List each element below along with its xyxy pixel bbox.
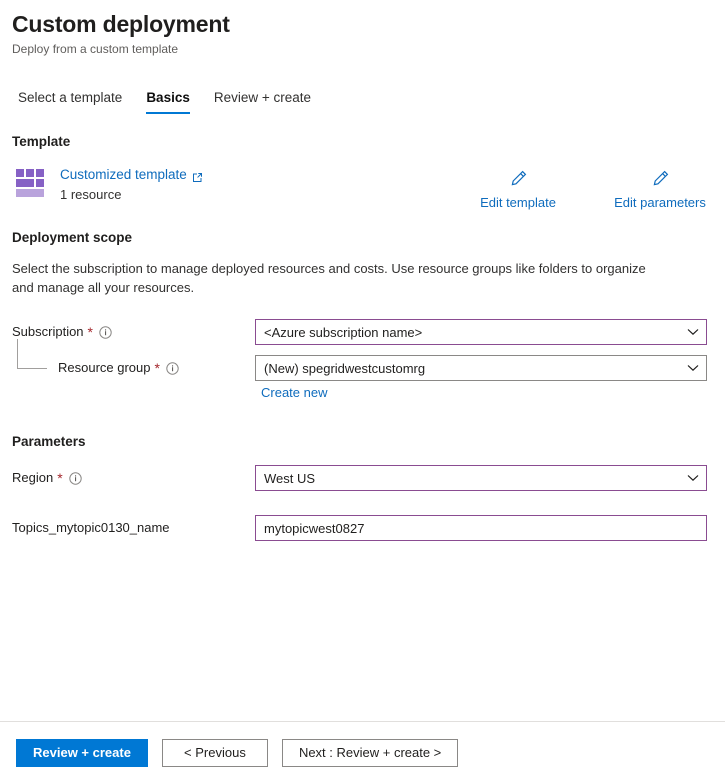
parameters-heading: Parameters — [12, 434, 86, 449]
page-title: Custom deployment — [12, 11, 230, 37]
chevron-down-icon — [687, 364, 699, 372]
subscription-label-group: Subscription * — [0, 319, 255, 345]
page-subtitle: Deploy from a custom template — [12, 42, 179, 56]
page-header: Custom deployment Deploy from a custom t… — [0, 0, 725, 57]
parameters-section: Parameters Region * West US Topics_mytop… — [0, 434, 725, 541]
topic-name-label-group: Topics_mytopic0130_name — [0, 515, 255, 541]
info-icon[interactable] — [166, 361, 179, 375]
edit-template-button[interactable]: Edit template — [470, 166, 566, 210]
region-dropdown[interactable]: West US — [255, 465, 707, 491]
tab-select-a-template[interactable]: Select a template — [12, 89, 134, 114]
subscription-row: Subscription * <Azure subscription name> — [0, 319, 725, 345]
topic-name-row: Topics_mytopic0130_name mytopicwest0827 — [0, 515, 725, 541]
parameters-form: Region * West US Topics_mytopic0130_name… — [0, 465, 725, 541]
region-control-wrap: West US — [255, 465, 725, 491]
subscription-value-tail: name> — [378, 324, 423, 340]
customized-template-link[interactable]: Customized template — [60, 166, 203, 184]
region-label: Region — [12, 470, 54, 485]
subscription-dropdown[interactable]: <Azure subscription name> — [255, 319, 707, 345]
wizard-footer: Review + create < Previous Next : Review… — [0, 721, 725, 783]
chevron-down-icon — [687, 474, 699, 482]
resource-group-label-group: Resource group * — [0, 355, 255, 381]
subscription-value-highlight: <Azure subscription — [264, 324, 379, 340]
pencil-icon — [507, 166, 529, 192]
pencil-icon — [649, 166, 671, 192]
template-blocks-icon — [16, 169, 48, 197]
deployment-scope-description: Select the subscription to manage deploy… — [12, 261, 646, 295]
info-icon[interactable] — [99, 325, 112, 339]
deployment-scope-form: Subscription * <Azure subscription name> — [0, 319, 725, 402]
edit-parameters-label: Edit parameters — [614, 195, 706, 210]
subscription-control-wrap: <Azure subscription name> — [255, 319, 725, 345]
tab-basics[interactable]: Basics — [134, 89, 202, 114]
template-heading: Template — [12, 134, 71, 149]
deployment-scope-heading: Deployment scope — [12, 230, 133, 245]
edit-parameters-button[interactable]: Edit parameters — [612, 166, 708, 210]
required-asterisk: * — [57, 470, 63, 486]
wizard-tabs: Select a template Basics Review + create — [0, 84, 725, 114]
resource-group-row: Resource group * (New) spegridwestcustom… — [0, 339, 725, 402]
topic-name-control-wrap: mytopicwest0827 — [255, 515, 725, 541]
topic-name-value: mytopicwest0827 — [264, 520, 365, 536]
subscription-label: Subscription — [12, 324, 84, 339]
next-review-create-button[interactable]: Next : Review + create > — [281, 738, 459, 767]
tab-review-create[interactable]: Review + create — [202, 89, 323, 114]
region-value: West US — [264, 470, 316, 486]
region-row: Region * West US — [0, 465, 725, 491]
edit-template-label: Edit template — [480, 195, 556, 210]
required-asterisk: * — [154, 360, 160, 376]
resource-group-control-wrap: (New) spegridwestcustomrg Create new — [255, 355, 725, 402]
resource-group-dropdown[interactable]: (New) spegridwestcustomrg — [255, 355, 707, 381]
template-info: Customized template 1 resource — [60, 166, 203, 203]
info-icon[interactable] — [68, 471, 82, 485]
template-resource-count: 1 resource — [60, 187, 122, 202]
required-asterisk: * — [87, 324, 93, 340]
region-label-group: Region * — [0, 465, 255, 491]
resource-group-label: Resource group — [58, 360, 151, 375]
subscription-value: <Azure subscription name> — [264, 325, 422, 340]
template-section: Template Customized template 1 resource … — [0, 134, 725, 210]
custom-deployment-page: Custom deployment Deploy from a custom t… — [0, 0, 725, 783]
template-summary-row: Customized template 1 resource Edit temp… — [0, 166, 725, 210]
resource-group-value: (New) spegridwestcustomrg — [264, 360, 426, 376]
deployment-scope-section: Deployment scope Select the subscription… — [0, 230, 725, 402]
topic-name-input[interactable]: mytopicwest0827 — [255, 515, 707, 541]
chevron-down-icon — [687, 328, 699, 336]
topic-name-label: Topics_mytopic0130_name — [12, 520, 170, 535]
previous-button[interactable]: < Previous — [161, 738, 268, 767]
create-new-resource-group-link[interactable]: Create new — [255, 385, 327, 400]
external-link-icon — [192, 170, 203, 182]
customized-template-label: Customized template — [60, 167, 187, 182]
review-create-button[interactable]: Review + create — [16, 738, 148, 767]
template-edit-actions: Edit template Edit parameters — [470, 166, 708, 210]
